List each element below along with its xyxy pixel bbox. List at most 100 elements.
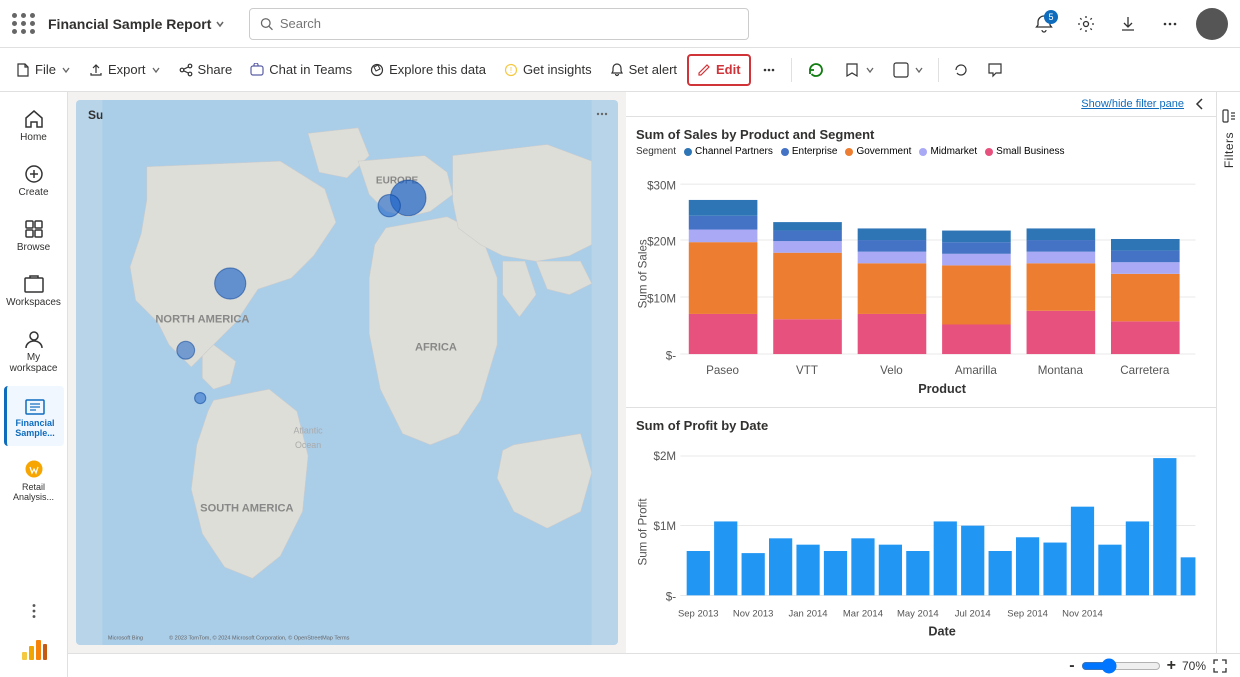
svg-text:Product: Product bbox=[918, 382, 967, 395]
svg-text:AFRICA: AFRICA bbox=[415, 341, 457, 353]
svg-text:Sep 2014: Sep 2014 bbox=[1007, 608, 1048, 619]
avatar[interactable] bbox=[1196, 8, 1228, 40]
line-chart-title: Sum of Profit by Date bbox=[636, 418, 1206, 433]
svg-text:VTT: VTT bbox=[796, 364, 818, 377]
topbar-actions: 5 bbox=[1028, 8, 1228, 40]
right-panels: Show/hide filter pane Sum of Sales by Pr… bbox=[626, 92, 1216, 653]
svg-text:Montana: Montana bbox=[1038, 364, 1084, 377]
legend-midmarket: Midmarket bbox=[919, 146, 977, 157]
powerbi-logo bbox=[18, 634, 50, 669]
svg-text:Nov 2013: Nov 2013 bbox=[733, 608, 774, 619]
svg-text:May 2014: May 2014 bbox=[897, 608, 939, 619]
content: Sum of Profit by Country bbox=[68, 92, 1240, 677]
bell-icon bbox=[610, 63, 624, 77]
edit-icon bbox=[697, 63, 711, 77]
search-icon bbox=[260, 17, 273, 31]
apps-icon[interactable] bbox=[12, 13, 36, 34]
svg-text:Sum of Profit: Sum of Profit bbox=[637, 498, 650, 566]
legend-government: Government bbox=[845, 146, 911, 157]
export-button[interactable]: Export bbox=[81, 54, 169, 86]
svg-text:Mar 2014: Mar 2014 bbox=[843, 608, 883, 619]
refresh-button[interactable] bbox=[798, 54, 834, 86]
sidebar-item-financial[interactable]: Financial Sample... bbox=[4, 386, 64, 446]
topbar: Financial Sample Report 5 bbox=[0, 0, 1240, 48]
person-icon bbox=[23, 328, 45, 350]
export-icon bbox=[89, 63, 103, 77]
explore-icon bbox=[370, 63, 384, 77]
bar-chart-legend: Segment Channel Partners Enterprise Gove… bbox=[636, 146, 1206, 157]
browse-icon bbox=[23, 218, 45, 240]
search-input[interactable] bbox=[280, 16, 739, 31]
svg-text:$2M: $2M bbox=[654, 450, 677, 463]
svg-text:Sep 2013: Sep 2013 bbox=[678, 608, 719, 619]
insights-button[interactable]: ! Get insights bbox=[496, 54, 600, 86]
bookmark-icon bbox=[844, 62, 860, 78]
filter-header: Show/hide filter pane bbox=[626, 92, 1216, 117]
content-row: Sum of Profit by Country bbox=[68, 92, 1240, 653]
svg-text:!: ! bbox=[510, 66, 512, 75]
svg-text:$1M: $1M bbox=[654, 520, 677, 533]
create-icon bbox=[23, 163, 45, 185]
bookmark-button[interactable] bbox=[836, 54, 883, 86]
svg-text:Velo: Velo bbox=[880, 364, 903, 377]
zoom-bar: - + 70% bbox=[68, 653, 1240, 677]
file-button[interactable]: File bbox=[8, 54, 79, 86]
zoom-minus[interactable]: - bbox=[1069, 657, 1074, 675]
sidebar: Home Create Browse Workspaces My workspa… bbox=[0, 92, 68, 677]
svg-text:© 2023 TomTom, © 2024 Microsof: © 2023 TomTom, © 2024 Microsoft Corporat… bbox=[169, 634, 350, 641]
refresh-icon bbox=[806, 60, 826, 80]
sidebar-more-button[interactable] bbox=[4, 592, 64, 630]
bar-chart-svg: $30M $20M $10M $- Sum of Sales bbox=[636, 163, 1206, 395]
svg-text:$-: $- bbox=[666, 349, 676, 362]
toolbar: File Export Share Chat in Teams Explore … bbox=[0, 48, 1240, 92]
notification-button[interactable]: 5 bbox=[1028, 8, 1060, 40]
more-button[interactable] bbox=[1154, 8, 1186, 40]
chat-teams-button[interactable]: Chat in Teams bbox=[242, 54, 360, 86]
main-layout: Home Create Browse Workspaces My workspa… bbox=[0, 92, 1240, 677]
zoom-slider[interactable] bbox=[1081, 658, 1161, 674]
svg-text:Ocean: Ocean bbox=[295, 440, 321, 450]
zoom-value: 70% bbox=[1182, 659, 1206, 673]
fullscreen-icon[interactable] bbox=[1212, 658, 1228, 674]
line-chart-panel: Sum of Profit by Date $2M $1M $- Sum of … bbox=[626, 407, 1216, 653]
legend-enterprise: Enterprise bbox=[781, 146, 838, 157]
search-bar[interactable] bbox=[249, 8, 749, 40]
workspaces-icon bbox=[23, 273, 45, 295]
more-options-button[interactable] bbox=[753, 54, 785, 86]
view-icon bbox=[893, 62, 909, 78]
sidebar-item-workspaces[interactable]: Workspaces bbox=[4, 265, 64, 316]
settings-button[interactable] bbox=[1070, 8, 1102, 40]
home-icon bbox=[23, 108, 45, 130]
explore-button[interactable]: Explore this data bbox=[362, 54, 494, 86]
reload-button[interactable] bbox=[945, 54, 977, 86]
teams-icon bbox=[250, 63, 264, 77]
svg-text:Atlantic: Atlantic bbox=[294, 426, 324, 436]
app-title[interactable]: Financial Sample Report bbox=[48, 16, 225, 32]
share-button[interactable]: Share bbox=[171, 54, 241, 86]
sidebar-item-browse[interactable]: Browse bbox=[4, 210, 64, 261]
sidebar-item-home[interactable]: Home bbox=[4, 100, 64, 151]
map-panel-container: Sum of Profit by Country bbox=[68, 92, 626, 653]
insights-icon: ! bbox=[504, 63, 518, 77]
filter-sidebar-icon[interactable] bbox=[1221, 108, 1237, 124]
map-panel: Sum of Profit by Country bbox=[76, 100, 618, 645]
download-button[interactable] bbox=[1112, 8, 1144, 40]
separator-2 bbox=[938, 58, 939, 82]
svg-text:Sum of Sales: Sum of Sales bbox=[637, 239, 650, 308]
comment-button[interactable] bbox=[979, 54, 1011, 86]
sidebar-item-my-workspace[interactable]: My workspace bbox=[4, 320, 64, 382]
svg-text:Carretera: Carretera bbox=[1120, 364, 1170, 377]
svg-text:Jan 2014: Jan 2014 bbox=[789, 608, 828, 619]
notification-badge: 5 bbox=[1044, 10, 1058, 24]
view-button[interactable] bbox=[885, 54, 932, 86]
filters-label: Filters bbox=[1222, 132, 1236, 168]
zoom-plus[interactable]: + bbox=[1167, 657, 1176, 675]
sidebar-item-retail[interactable]: Retail Analysis... bbox=[4, 450, 64, 510]
show-hide-filter-button[interactable]: Show/hide filter pane bbox=[1081, 98, 1184, 110]
alert-button[interactable]: Set alert bbox=[602, 54, 685, 86]
collapse-icon[interactable] bbox=[1192, 96, 1208, 112]
sidebar-item-create[interactable]: Create bbox=[4, 155, 64, 206]
legend-channel: Channel Partners bbox=[684, 146, 773, 157]
edit-button[interactable]: Edit bbox=[687, 54, 751, 86]
svg-text:SOUTH AMERICA: SOUTH AMERICA bbox=[200, 503, 293, 515]
